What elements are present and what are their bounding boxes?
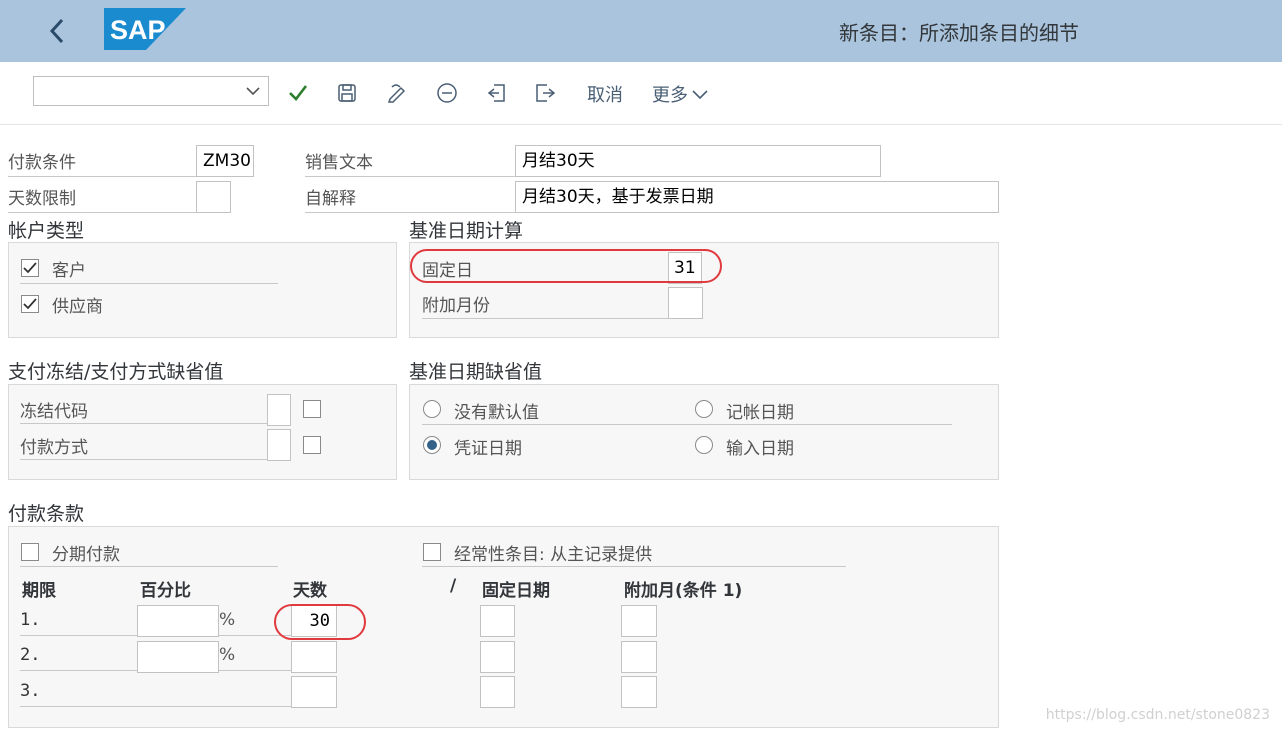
- terms-title: 付款条款: [8, 503, 85, 525]
- previous-entry-button[interactable]: [482, 78, 512, 108]
- document-date-radio[interactable]: [423, 436, 441, 454]
- chevron-down-icon: [246, 87, 260, 96]
- radio-selected-dot: [427, 440, 437, 450]
- percent-sign: %: [219, 645, 291, 671]
- col-term: 期限: [22, 581, 56, 601]
- sales-text-label: 销售文本: [305, 148, 515, 177]
- vendor-label: 供应商: [52, 297, 103, 317]
- col-days: 天数: [293, 581, 327, 601]
- installment-label: 分期付款: [52, 545, 120, 565]
- additional-months-input[interactable]: [668, 287, 703, 319]
- save-button[interactable]: [332, 78, 362, 108]
- payment-method-input[interactable]: [267, 429, 291, 461]
- recurring-checkbox[interactable]: [423, 543, 441, 561]
- back-button[interactable]: [44, 14, 70, 48]
- next-entry-button[interactable]: [531, 78, 561, 108]
- term-row-label: 1.: [20, 610, 137, 636]
- installment-checkbox[interactable]: [21, 543, 39, 561]
- check-icon: [289, 85, 308, 101]
- payment-terms-label: 付款条件: [8, 148, 196, 177]
- own-explanation-input[interactable]: 月结30天，基于发票日期: [515, 181, 999, 213]
- block-key-checkbox[interactable]: [303, 400, 321, 418]
- page-title: 新条目：所添加条目的细节: [839, 21, 1079, 45]
- fixed-date-input[interactable]: [480, 641, 515, 673]
- days-input[interactable]: [291, 641, 337, 673]
- recurring-label: 经常性条目: 从主记录提供: [454, 545, 653, 565]
- no-default-radio[interactable]: [423, 400, 441, 418]
- customer-label: 客户: [52, 261, 86, 281]
- baseline-default-title: 基准日期缺省值: [409, 361, 543, 383]
- term-row-label: 2.: [20, 645, 137, 671]
- fixed-date-input[interactable]: [480, 676, 515, 708]
- no-default-label: 没有默认值: [454, 403, 539, 423]
- percent-input[interactable]: [137, 605, 219, 637]
- posting-date-radio[interactable]: [695, 400, 713, 418]
- chevron-left-icon: [49, 18, 64, 44]
- shell-header: [0, 0, 1282, 62]
- additional-months-label: 附加月份: [422, 291, 668, 319]
- vendor-checkbox[interactable]: [21, 295, 39, 313]
- edit-icon: [387, 84, 406, 103]
- svg-text:SAP: SAP: [110, 15, 166, 45]
- customer-checkbox[interactable]: [21, 259, 39, 277]
- col-fixed-date: 固定日期: [482, 581, 550, 601]
- add-month-input[interactable]: [621, 641, 657, 673]
- highlight-ring: [410, 249, 722, 283]
- day-limit-input[interactable]: [196, 181, 231, 213]
- delete-button[interactable]: [432, 78, 462, 108]
- own-explanation-label: 自解释: [305, 184, 515, 213]
- block-key-input[interactable]: [267, 394, 291, 426]
- baseline-calc-title: 基准日期计算: [409, 220, 524, 242]
- payment-method-checkbox[interactable]: [303, 436, 321, 454]
- check-icon: [23, 298, 37, 310]
- highlight-ring: [274, 604, 366, 640]
- percent-input[interactable]: [137, 641, 219, 673]
- payment-block-title: 支付冻结/支付方式缺省值: [8, 361, 224, 383]
- back-document-icon: [487, 84, 505, 102]
- edit-button[interactable]: [382, 78, 412, 108]
- sales-text-input[interactable]: 月结30天: [515, 145, 881, 177]
- days-input[interactable]: [291, 676, 337, 708]
- chevron-down-icon: [692, 90, 708, 100]
- col-slash: /: [450, 576, 457, 596]
- more-button[interactable]: 更多: [652, 81, 708, 107]
- block-key-label: 冻结代码: [20, 397, 267, 424]
- watermark: https://blog.csdn.net/stone0823: [1045, 707, 1270, 723]
- more-label: 更多: [652, 85, 688, 106]
- fixed-date-input[interactable]: [480, 605, 515, 637]
- account-type-title: 帐户类型: [8, 220, 85, 242]
- entry-date-label: 输入日期: [726, 439, 794, 459]
- save-icon: [338, 84, 356, 102]
- check-button[interactable]: [283, 78, 313, 108]
- entry-date-radio[interactable]: [695, 436, 713, 454]
- check-icon: [23, 262, 37, 274]
- day-limit-label: 天数限制: [8, 184, 196, 213]
- posting-date-label: 记帐日期: [726, 403, 794, 423]
- col-add-month: 附加月(条件 1): [624, 581, 743, 601]
- col-percent: 百分比: [140, 581, 191, 601]
- add-month-input[interactable]: [621, 605, 657, 637]
- command-field[interactable]: [33, 76, 269, 106]
- export-icon: [536, 84, 556, 102]
- payment-method-label: 付款方式: [20, 433, 267, 460]
- document-date-label: 凭证日期: [454, 439, 522, 459]
- sap-logo: SAP: [104, 8, 186, 55]
- minus-circle-icon: [437, 83, 457, 103]
- add-month-input[interactable]: [621, 676, 657, 708]
- term-row-label: 3.: [20, 681, 291, 707]
- cancel-button[interactable]: 取消: [587, 81, 623, 107]
- payment-terms-input[interactable]: ZM30: [196, 145, 254, 177]
